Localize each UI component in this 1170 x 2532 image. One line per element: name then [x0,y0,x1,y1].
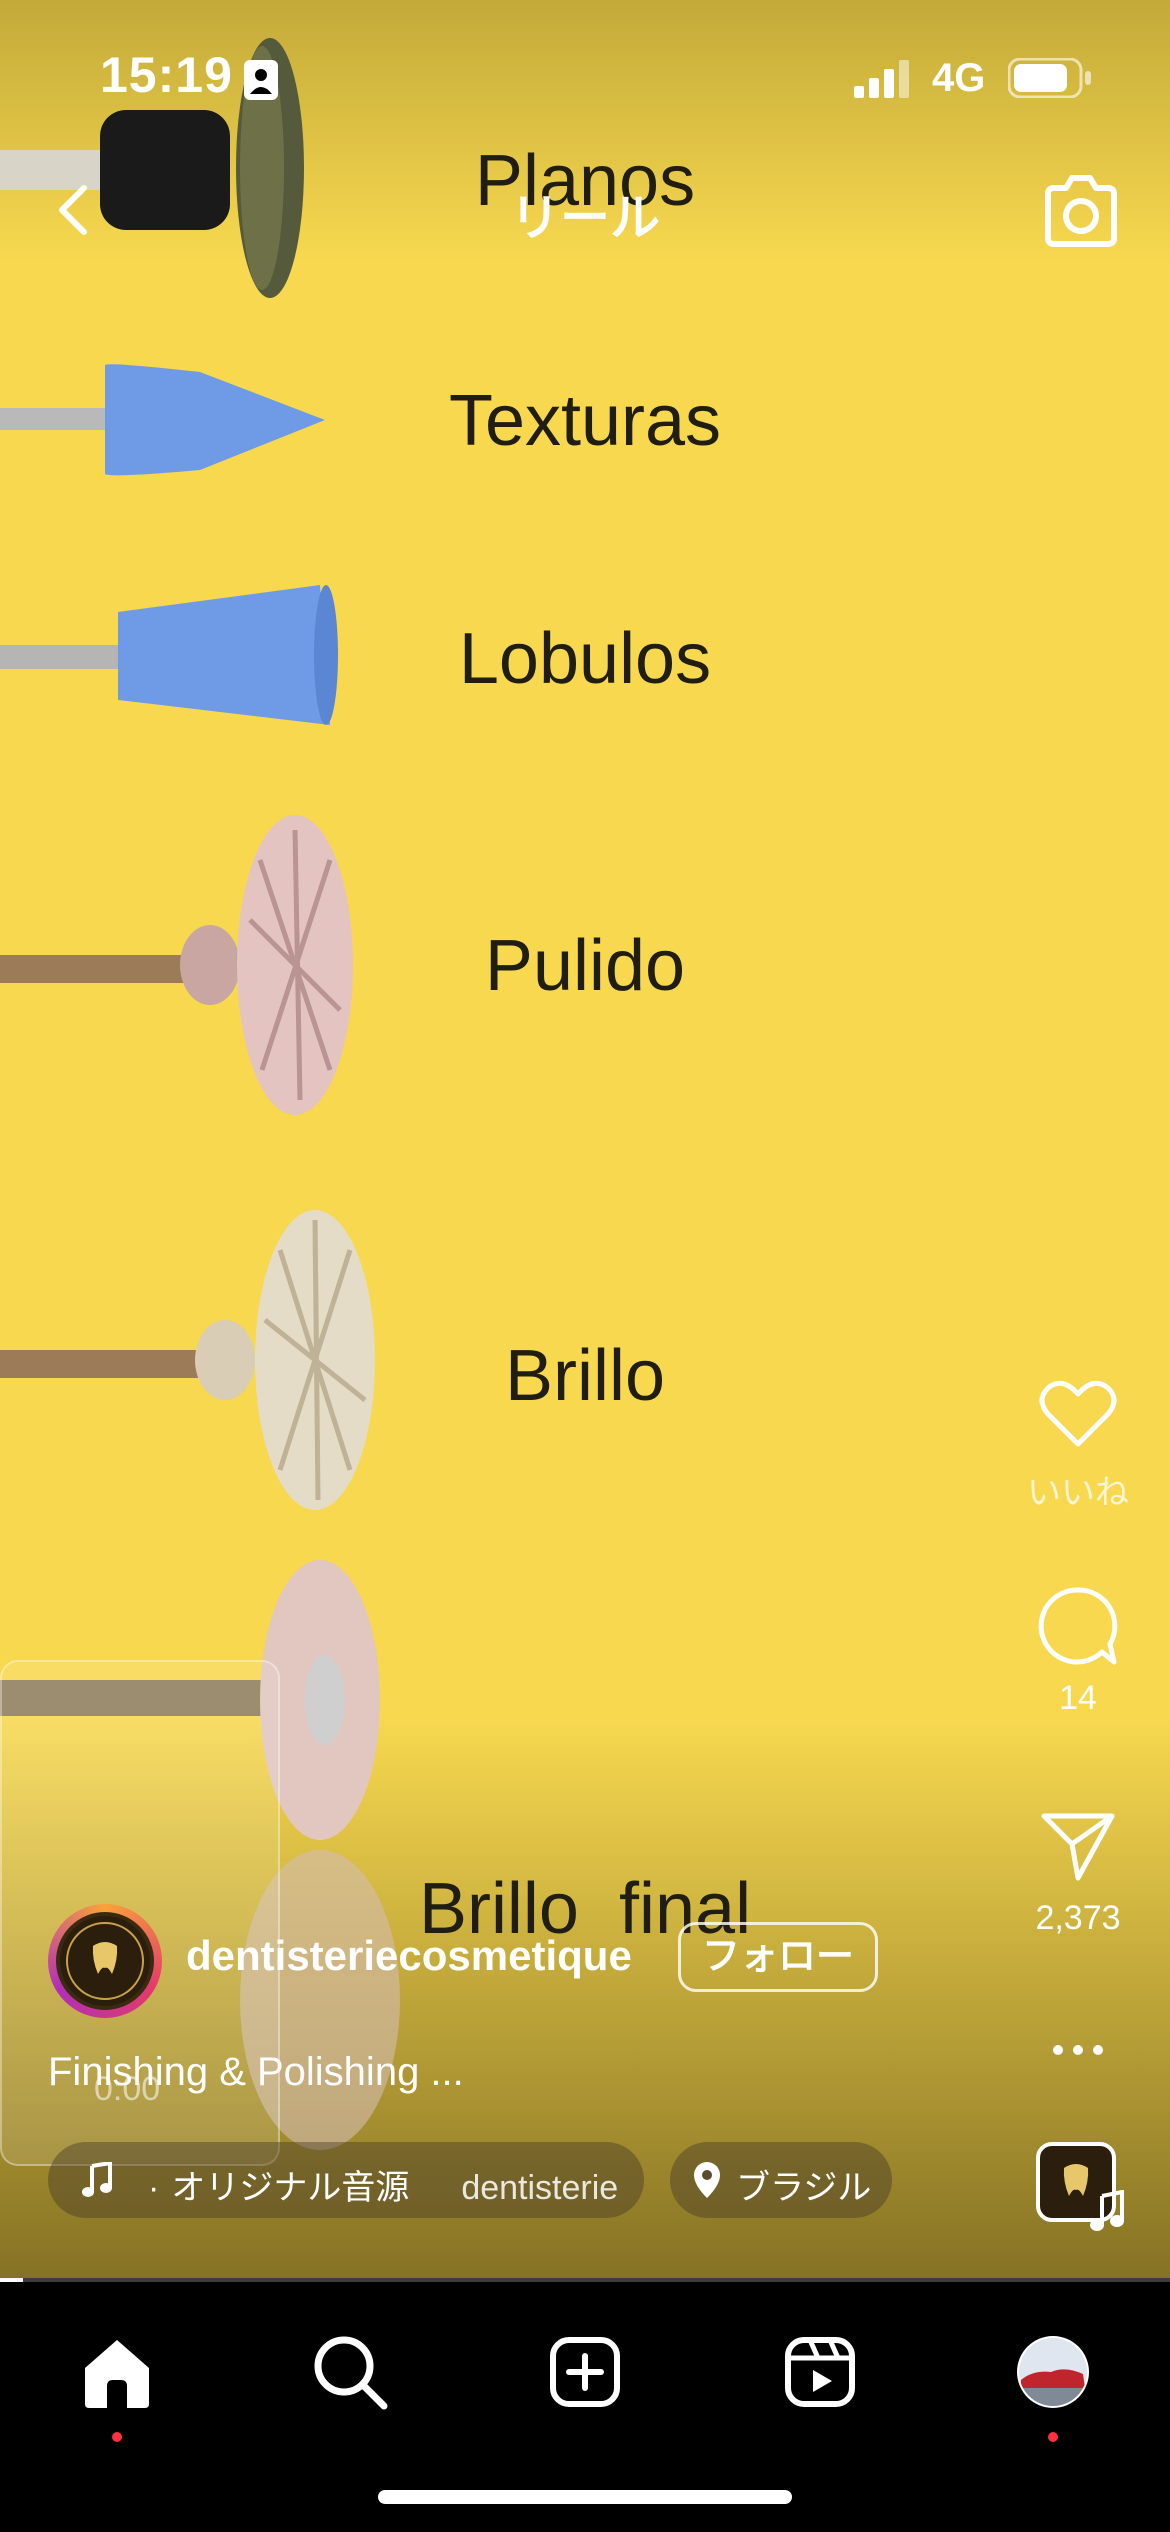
reels-screen: Planos Texturas Lobulos Pulido Brillo Br… [0,0,1170,2532]
like-action[interactable]: いいね [1003,1378,1153,1505]
audio-title: オリジナル音源 [171,2169,410,2207]
page-title: リール [510,190,660,246]
video-label-pulido: Pulido [484,926,686,1006]
location-pill[interactable]: ブラジル [670,2142,892,2218]
status-time: 15:19 [100,47,233,103]
video-label-brillo: Brillo [504,1336,666,1416]
tab-home[interactable] [67,2322,167,2442]
tab-create[interactable] [535,2322,635,2422]
music-note-icon [82,2162,112,2197]
tooth-logo-icon [56,1912,154,2010]
more-icon[interactable] [1052,2044,1104,2056]
search-icon[interactable] [300,2322,400,2422]
network-type: 4G [932,56,986,100]
send-icon[interactable] [1038,1808,1118,1884]
profile-notification-dot [1048,2432,1058,2442]
video-label-lobulos: Lobulos [458,619,712,699]
comment-icon[interactable] [1036,1584,1120,1668]
share-count: 2,373 [1035,1899,1121,1937]
contact-card-icon [244,60,278,100]
tab-profile[interactable] [1003,2322,1103,2442]
caption-text[interactable]: Finishing & Polishing ... [48,2050,464,2095]
avatar[interactable] [48,1904,162,2018]
audio-separator: · [148,2169,160,2207]
audio-track: · オリジナル音源 dentisterie [148,2160,644,2209]
username-link[interactable]: dentisteriecosmetique [186,1932,632,1980]
battery-icon [1008,58,1091,98]
camera-icon[interactable] [1040,172,1122,250]
tab-search[interactable] [300,2322,400,2422]
comment-action[interactable]: 14 [1003,1584,1153,1718]
home-notification-dot [112,2432,122,2442]
share-action[interactable]: 2,373 [1003,1808,1153,1938]
music-note-icon [1090,2190,1124,2231]
reels-icon[interactable] [770,2322,870,2422]
location-pin-icon [694,2162,720,2198]
signal-icon [854,60,909,98]
comment-count: 14 [1059,1679,1097,1717]
audio-artist: dentisterie [461,2169,619,2207]
add-post-icon[interactable] [535,2322,635,2422]
tab-reels[interactable] [770,2322,870,2422]
follow-button[interactable]: フォロー [678,1922,878,1992]
profile-avatar[interactable] [1003,2322,1103,2422]
video-label-texturas: Texturas [448,381,722,461]
heart-icon[interactable] [1038,1378,1118,1450]
home-indicator[interactable] [378,2490,792,2504]
status-bar: 15:19 4G [0,0,1170,150]
home-icon[interactable] [67,2322,167,2422]
location-label: ブラジル [736,2169,872,2207]
audio-pill[interactable]: · オリジナル音源 dentisterie [48,2142,644,2218]
like-label: いいね [1027,1474,1129,1505]
